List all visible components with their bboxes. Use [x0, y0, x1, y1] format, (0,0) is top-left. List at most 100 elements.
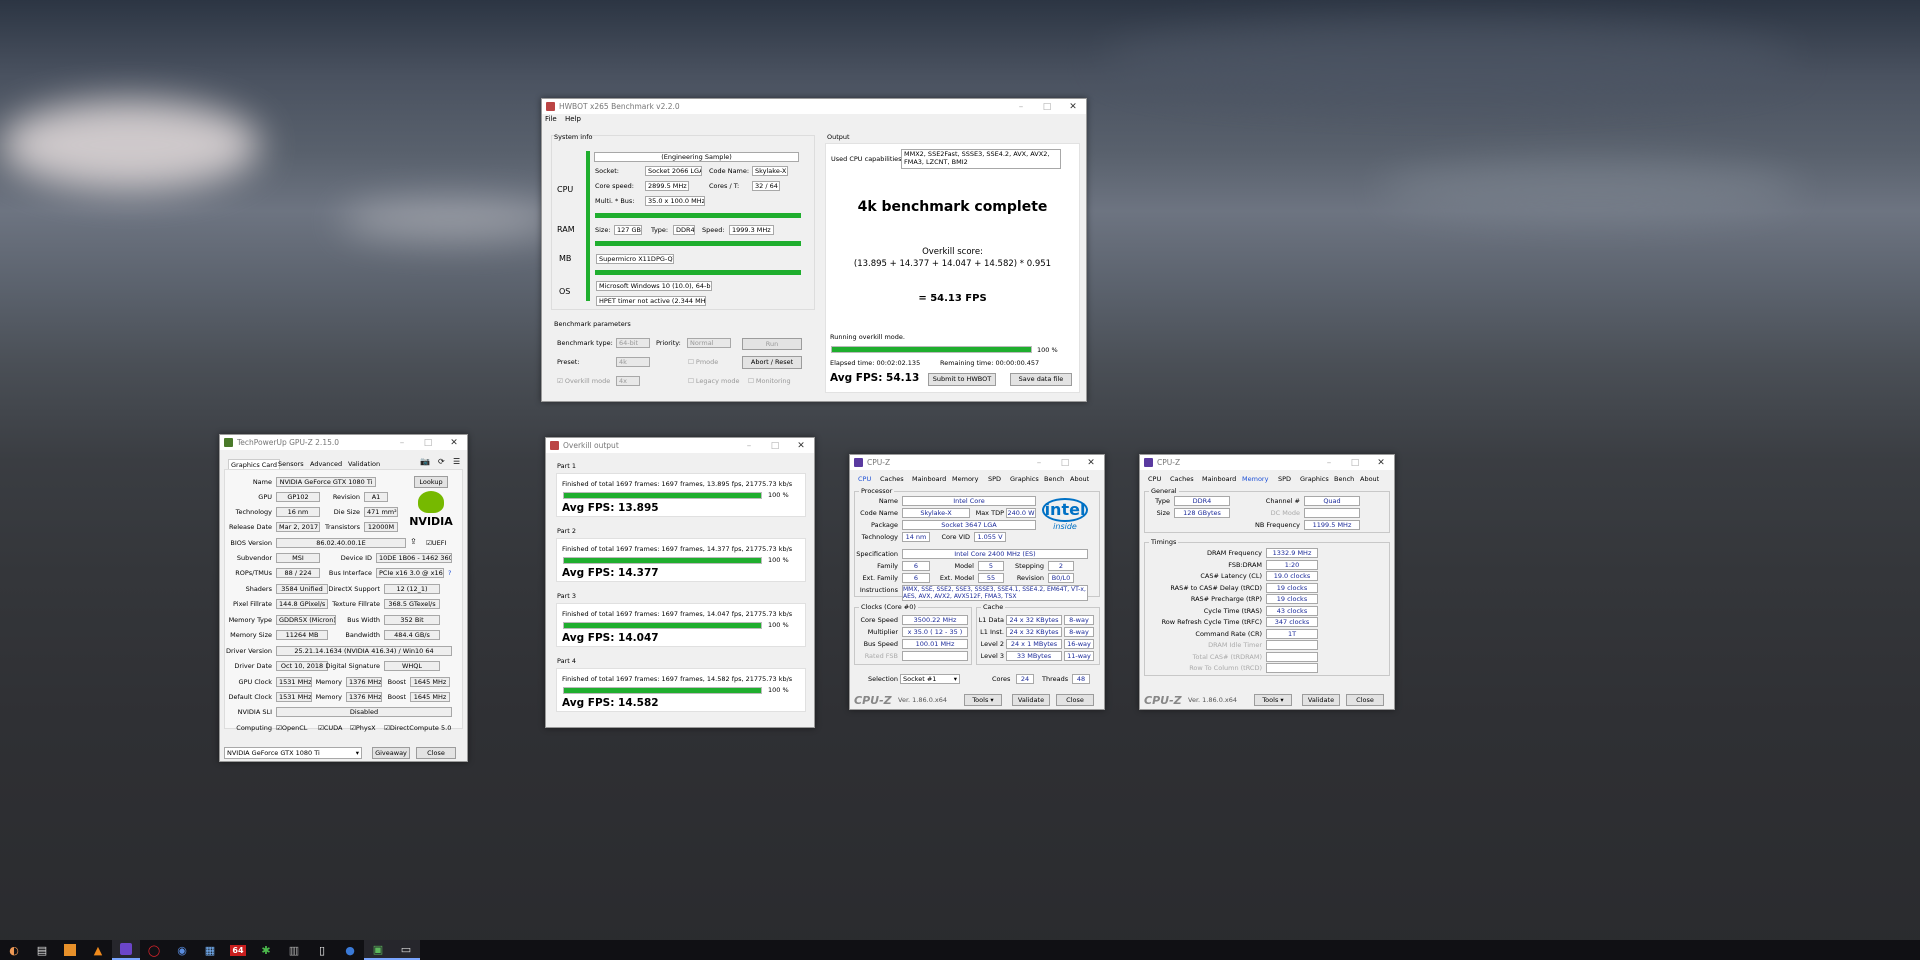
- tools-button[interactable]: Tools ▾: [1254, 694, 1292, 706]
- legacy-checkbox[interactable]: ☐ Legacy mode: [688, 377, 739, 386]
- label-subvendor: Subvendor: [236, 554, 272, 562]
- notepad-icon[interactable]: ▯: [308, 940, 336, 960]
- tab-bench[interactable]: Bench: [1044, 474, 1064, 484]
- close-icon[interactable]: ✕: [441, 438, 467, 448]
- tab-bench[interactable]: Bench: [1334, 474, 1354, 484]
- minimize-icon[interactable]: –: [1008, 102, 1034, 112]
- minimize-icon[interactable]: –: [389, 438, 415, 448]
- app-purple-icon[interactable]: [112, 940, 140, 960]
- tab-mainboard[interactable]: Mainboard: [912, 474, 946, 484]
- validate-button[interactable]: Validate: [1012, 694, 1050, 706]
- app-gray-icon[interactable]: ▥: [280, 940, 308, 960]
- close-icon[interactable]: ✕: [1078, 458, 1104, 468]
- opera-icon[interactable]: ◯: [140, 940, 168, 960]
- camera-icon[interactable]: 📷: [420, 457, 430, 466]
- socket-select[interactable]: Socket #1 ▾: [900, 674, 960, 684]
- bus-help-icon[interactable]: ?: [448, 569, 451, 578]
- row-label-ram: RAM: [557, 225, 575, 234]
- close-icon[interactable]: ✕: [1368, 458, 1394, 468]
- priority-select[interactable]: Normal: [687, 338, 731, 348]
- gpuz-titlebar[interactable]: TechPowerUp GPU-Z 2.15.0 – □ ✕: [220, 435, 467, 450]
- minimize-icon[interactable]: –: [1316, 458, 1342, 468]
- tab-graphics[interactable]: Graphics: [1010, 474, 1039, 484]
- bench-type-select[interactable]: 64-bit: [616, 338, 650, 348]
- driver-version-field: 25.21.14.1634 (NVIDIA 416.34) / Win10 64: [276, 646, 452, 656]
- label-dram-frequency: DRAM Frequency: [1207, 549, 1262, 557]
- overkill-select[interactable]: 4x: [616, 376, 640, 386]
- overkill-titlebar[interactable]: Overkill output – □ ✕: [546, 438, 814, 453]
- save-data-button[interactable]: Save data file: [1010, 373, 1072, 386]
- timer-field: HPET timer not active (2.344 MHz): [596, 296, 706, 306]
- monitoring-checkbox[interactable]: ☐ Monitoring: [748, 377, 791, 386]
- tab-caches[interactable]: Caches: [880, 474, 904, 484]
- chevron-down-icon: ▾: [355, 749, 359, 757]
- tab-validation[interactable]: Validation: [348, 459, 380, 469]
- pmode-checkbox[interactable]: ☐ Pmode: [688, 358, 718, 367]
- submit-hwbot-button[interactable]: Submit to HWBOT: [928, 373, 996, 386]
- refresh-icon[interactable]: ⟳: [438, 457, 445, 466]
- giveaway-button[interactable]: Giveaway: [372, 747, 410, 759]
- tab-cpu[interactable]: CPU: [1148, 474, 1161, 484]
- globe-icon[interactable]: ●: [336, 940, 364, 960]
- tab-memory[interactable]: Memory: [952, 474, 978, 484]
- gpuz-close-button[interactable]: Close: [416, 747, 456, 759]
- cpuz-titlebar[interactable]: CPU-Z – □ ✕: [850, 455, 1104, 470]
- menu-file[interactable]: File: [545, 115, 557, 123]
- menu-help[interactable]: Help: [565, 115, 581, 123]
- tab-caches[interactable]: Caches: [1170, 474, 1194, 484]
- window-title: CPU-Z: [867, 458, 891, 467]
- maximize-icon[interactable]: □: [1052, 458, 1078, 468]
- maximize-icon[interactable]: □: [762, 441, 788, 451]
- tab-about[interactable]: About: [1360, 474, 1379, 484]
- lookup-button[interactable]: Lookup: [414, 476, 448, 488]
- hwbot-titlebar[interactable]: HWBOT x265 Benchmark v2.2.0 – □ ✕: [542, 99, 1086, 114]
- aida64-icon[interactable]: 64: [224, 940, 252, 960]
- app-blue-icon[interactable]: ◉: [168, 940, 196, 960]
- tools-button[interactable]: Tools ▾: [964, 694, 1002, 706]
- label-core-speed: Core Speed: [860, 616, 899, 624]
- tab-spd[interactable]: SPD: [988, 474, 1001, 484]
- cpuz-close-button[interactable]: Close: [1346, 694, 1384, 706]
- label-dram-idle-timer: DRAM Idle Timer: [1208, 641, 1262, 649]
- gpu-clock-field: 1531 MHz: [276, 677, 312, 687]
- tab-memory[interactable]: Memory: [1242, 474, 1268, 484]
- run-button[interactable]: Run: [742, 338, 802, 350]
- maximize-icon[interactable]: □: [1342, 458, 1368, 468]
- close-icon[interactable]: ✕: [1060, 102, 1086, 112]
- share-icon[interactable]: ⇪: [410, 537, 417, 546]
- menu-icon[interactable]: ☰: [453, 457, 460, 466]
- close-icon[interactable]: ✕: [788, 441, 814, 451]
- gpu-select[interactable]: NVIDIA GeForce GTX 1080 Ti ▾: [224, 747, 362, 759]
- app-orange-icon[interactable]: [56, 940, 84, 960]
- validate-button[interactable]: Validate: [1302, 694, 1340, 706]
- maximize-icon[interactable]: □: [415, 438, 441, 448]
- maximize-icon[interactable]: □: [1034, 102, 1060, 112]
- abort-reset-button[interactable]: Abort / Reset: [742, 356, 802, 369]
- tab-graphics[interactable]: Graphics: [1300, 474, 1329, 484]
- vlc-icon[interactable]: ▲: [84, 940, 112, 960]
- file-icon[interactable]: ▤: [28, 940, 56, 960]
- preset-select[interactable]: 4k: [616, 357, 650, 367]
- cpuz-close-button[interactable]: Close: [1056, 694, 1094, 706]
- app-green2-icon[interactable]: ▣: [364, 940, 392, 960]
- package-field: Socket 3647 LGA: [902, 520, 1036, 530]
- tab-advanced[interactable]: Advanced: [310, 459, 342, 469]
- app-green-icon[interactable]: ✱: [252, 940, 280, 960]
- overkill-app-icon: [550, 441, 559, 450]
- label-driver-date: Driver Date: [234, 662, 272, 670]
- app-dark-icon[interactable]: ▭: [392, 940, 420, 960]
- system-info-divider: [586, 151, 590, 301]
- cpuz-titlebar[interactable]: CPU-Z – □ ✕: [1140, 455, 1394, 470]
- minimize-icon[interactable]: –: [1026, 458, 1052, 468]
- tab-about[interactable]: About: [1070, 474, 1089, 484]
- threads-label: Threads: [1042, 675, 1069, 683]
- overkill-checkbox[interactable]: ☑ Overkill mode: [557, 377, 610, 386]
- tab-spd[interactable]: SPD: [1278, 474, 1291, 484]
- browser-icon[interactable]: ◐: [0, 940, 28, 960]
- tab-mainboard[interactable]: Mainboard: [1202, 474, 1236, 484]
- tab-cpu[interactable]: CPU: [858, 474, 871, 484]
- os-field: Microsoft Windows 10 (10.0), 64-bit: [596, 281, 712, 291]
- app-grid-icon[interactable]: ▦: [196, 940, 224, 960]
- minimize-icon[interactable]: –: [736, 441, 762, 451]
- tab-sensors[interactable]: Sensors: [278, 459, 304, 469]
